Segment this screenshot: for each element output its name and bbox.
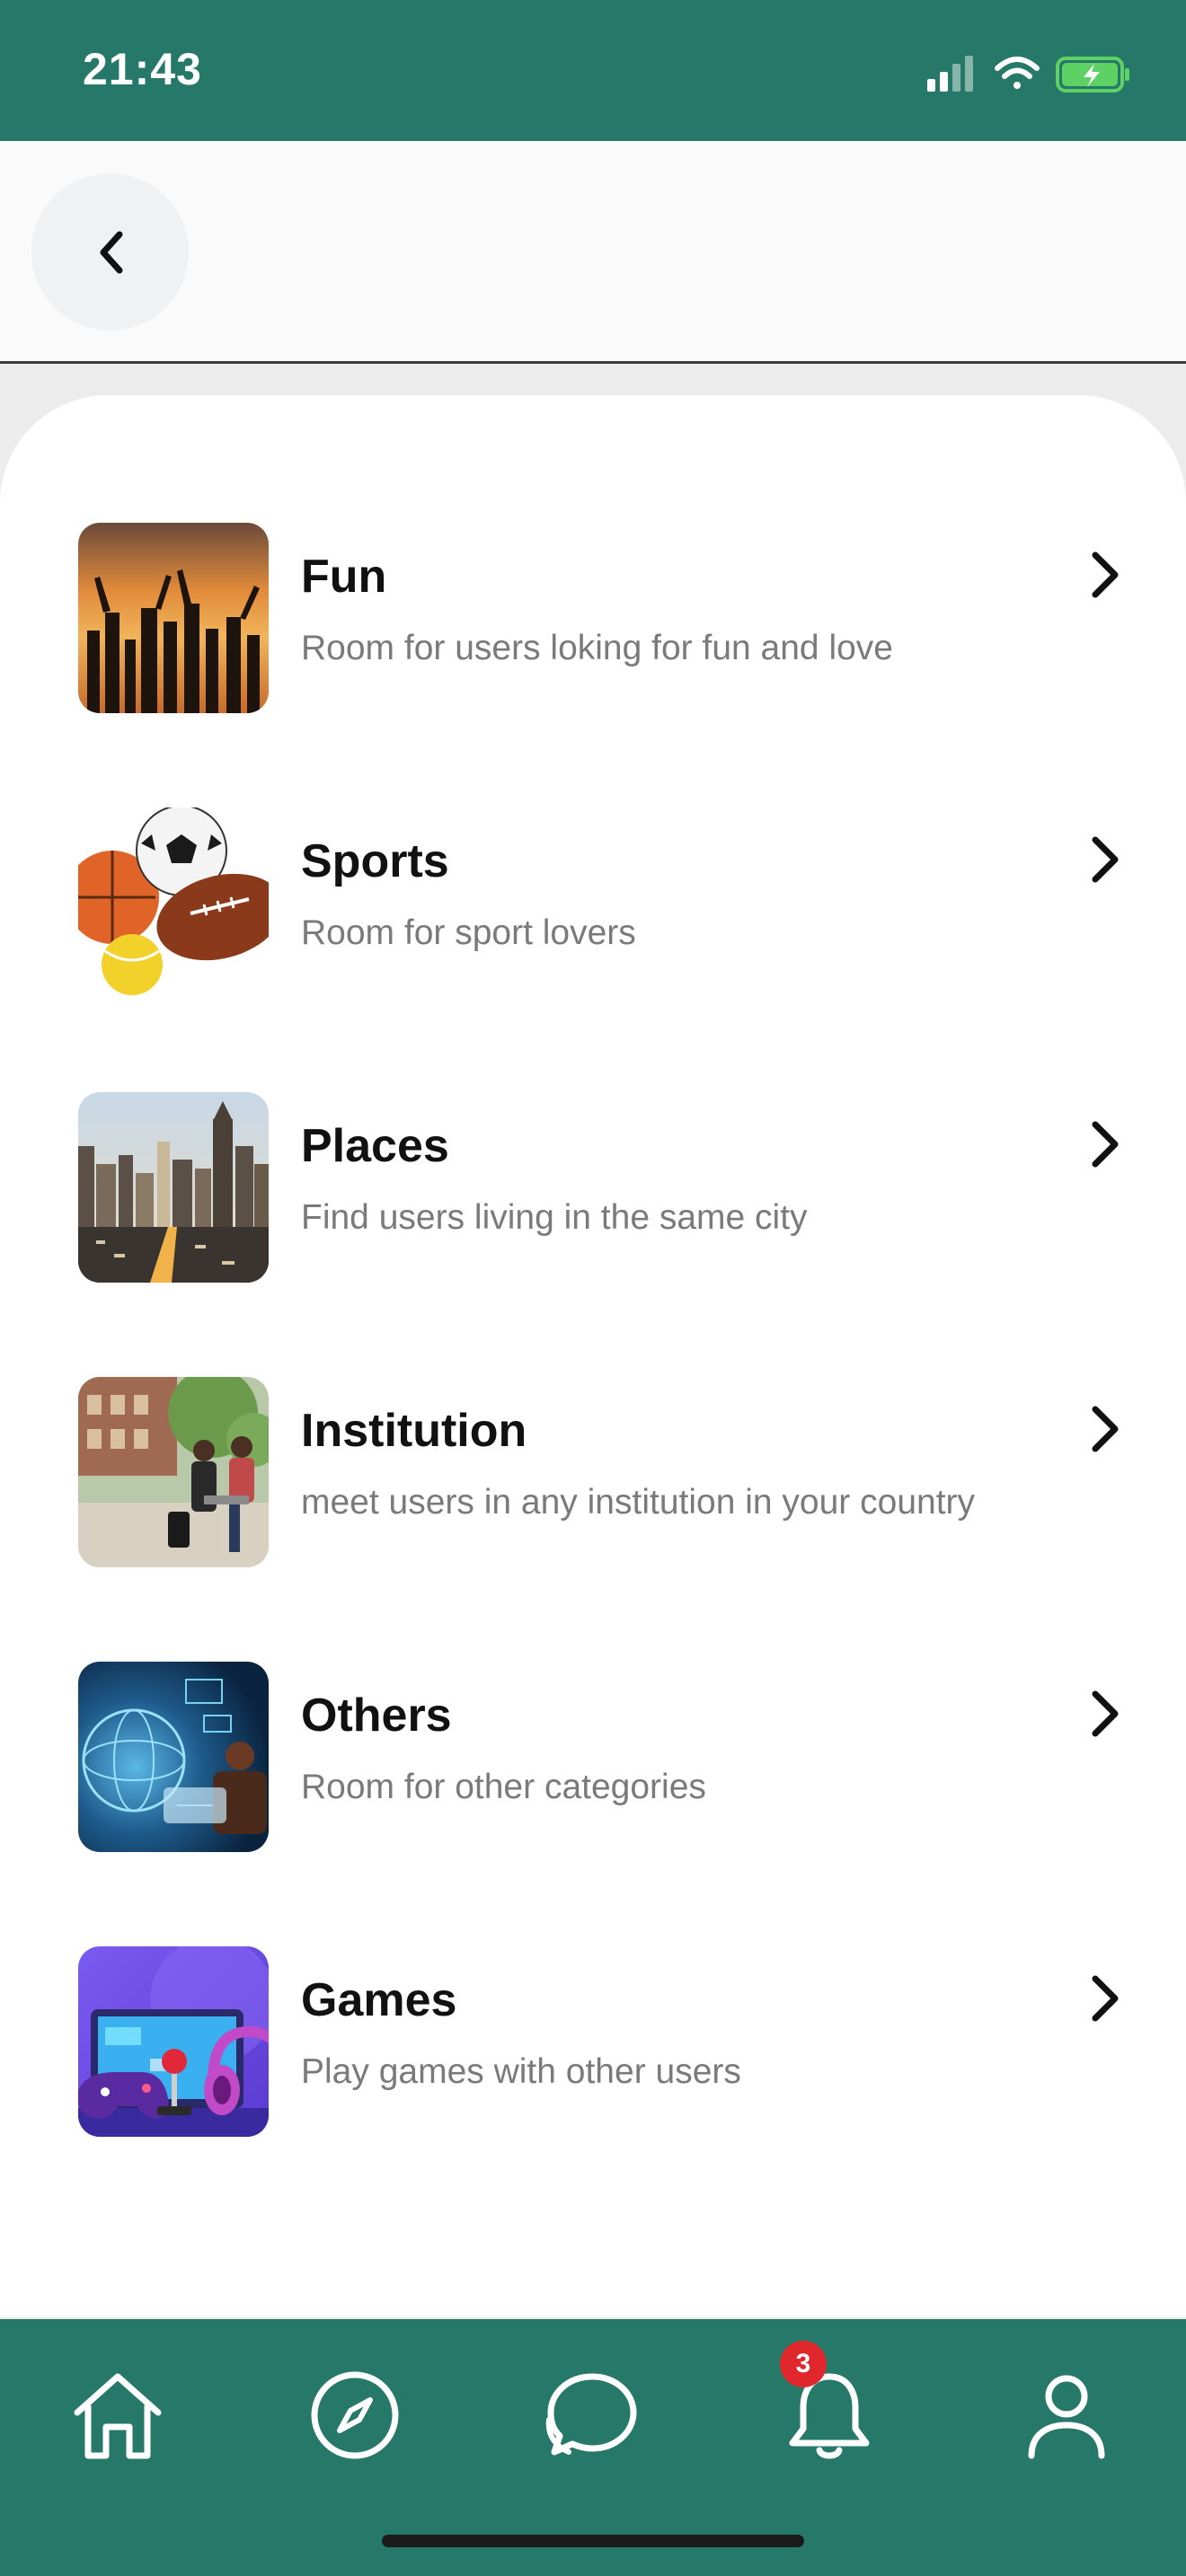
others-thumbnail [78, 1662, 269, 1852]
status-icons [927, 56, 1129, 93]
category-subtitle: Room for other categories [301, 1768, 706, 1806]
wifi-icon [995, 57, 1040, 89]
chevron-right-icon [1092, 1975, 1119, 2022]
chevron-right-icon [1092, 836, 1119, 883]
category-item-others[interactable]: Others Room for other categories [0, 1662, 1186, 1886]
category-title: Fun [301, 551, 387, 603]
fun-thumbnail [78, 523, 269, 713]
nav-chat-button[interactable] [534, 2357, 651, 2474]
home-icon [74, 2373, 162, 2459]
category-title: Sports [301, 835, 449, 887]
notification-badge: 3 [780, 2341, 827, 2387]
institution-thumbnail [78, 1377, 269, 1567]
category-title: Places [301, 1120, 449, 1172]
chevron-left-icon [100, 231, 122, 273]
category-subtitle: Room for users loking for fun and love [301, 629, 894, 667]
category-item-sports[interactable]: Sports Room for sport lovers [0, 807, 1186, 1032]
chevron-right-icon [1092, 551, 1119, 598]
chat-icon [545, 2373, 637, 2456]
nav-home-button[interactable] [59, 2357, 176, 2474]
category-title: Games [301, 1974, 457, 2026]
status-time: 21:43 [83, 44, 202, 94]
nav-explore-button[interactable] [296, 2357, 413, 2474]
home-indicator [382, 2535, 804, 2547]
category-title: Institution [301, 1405, 527, 1457]
category-item-fun[interactable]: Fun Room for users loking for fun and lo… [0, 523, 1186, 747]
games-thumbnail [78, 1946, 269, 2137]
category-subtitle: Room for sport lovers [301, 913, 636, 952]
back-button[interactable] [31, 173, 189, 331]
profile-icon [1028, 2375, 1105, 2459]
sports-thumbnail [78, 807, 269, 998]
category-subtitle: meet users in any institution in your co… [301, 1483, 976, 1522]
battery-charging-icon [1056, 57, 1129, 93]
signal-icon [927, 56, 973, 92]
chevron-right-icon [1092, 1690, 1119, 1737]
category-list: Fun Room for users loking for fun and lo… [0, 395, 1186, 2317]
status-bar: 21:43 [0, 0, 1186, 141]
category-title: Others [301, 1689, 452, 1742]
category-item-places[interactable]: Places Find users living in the same cit… [0, 1092, 1186, 1317]
chevron-right-icon [1092, 1406, 1119, 1452]
chevron-right-icon [1092, 1121, 1119, 1168]
places-thumbnail [78, 1092, 269, 1283]
nav-profile-button[interactable] [1008, 2357, 1125, 2474]
header [0, 141, 1186, 364]
compass-icon [311, 2371, 399, 2459]
category-subtitle: Find users living in the same city [301, 1198, 808, 1237]
category-item-games[interactable]: Games Play games with other users [0, 1946, 1186, 2171]
screen: 21:43 Fun Room for users loking for fun … [0, 0, 1186, 2576]
category-item-institution[interactable]: Institution meet users in any institutio… [0, 1377, 1186, 1601]
category-subtitle: Play games with other users [301, 2052, 741, 2091]
